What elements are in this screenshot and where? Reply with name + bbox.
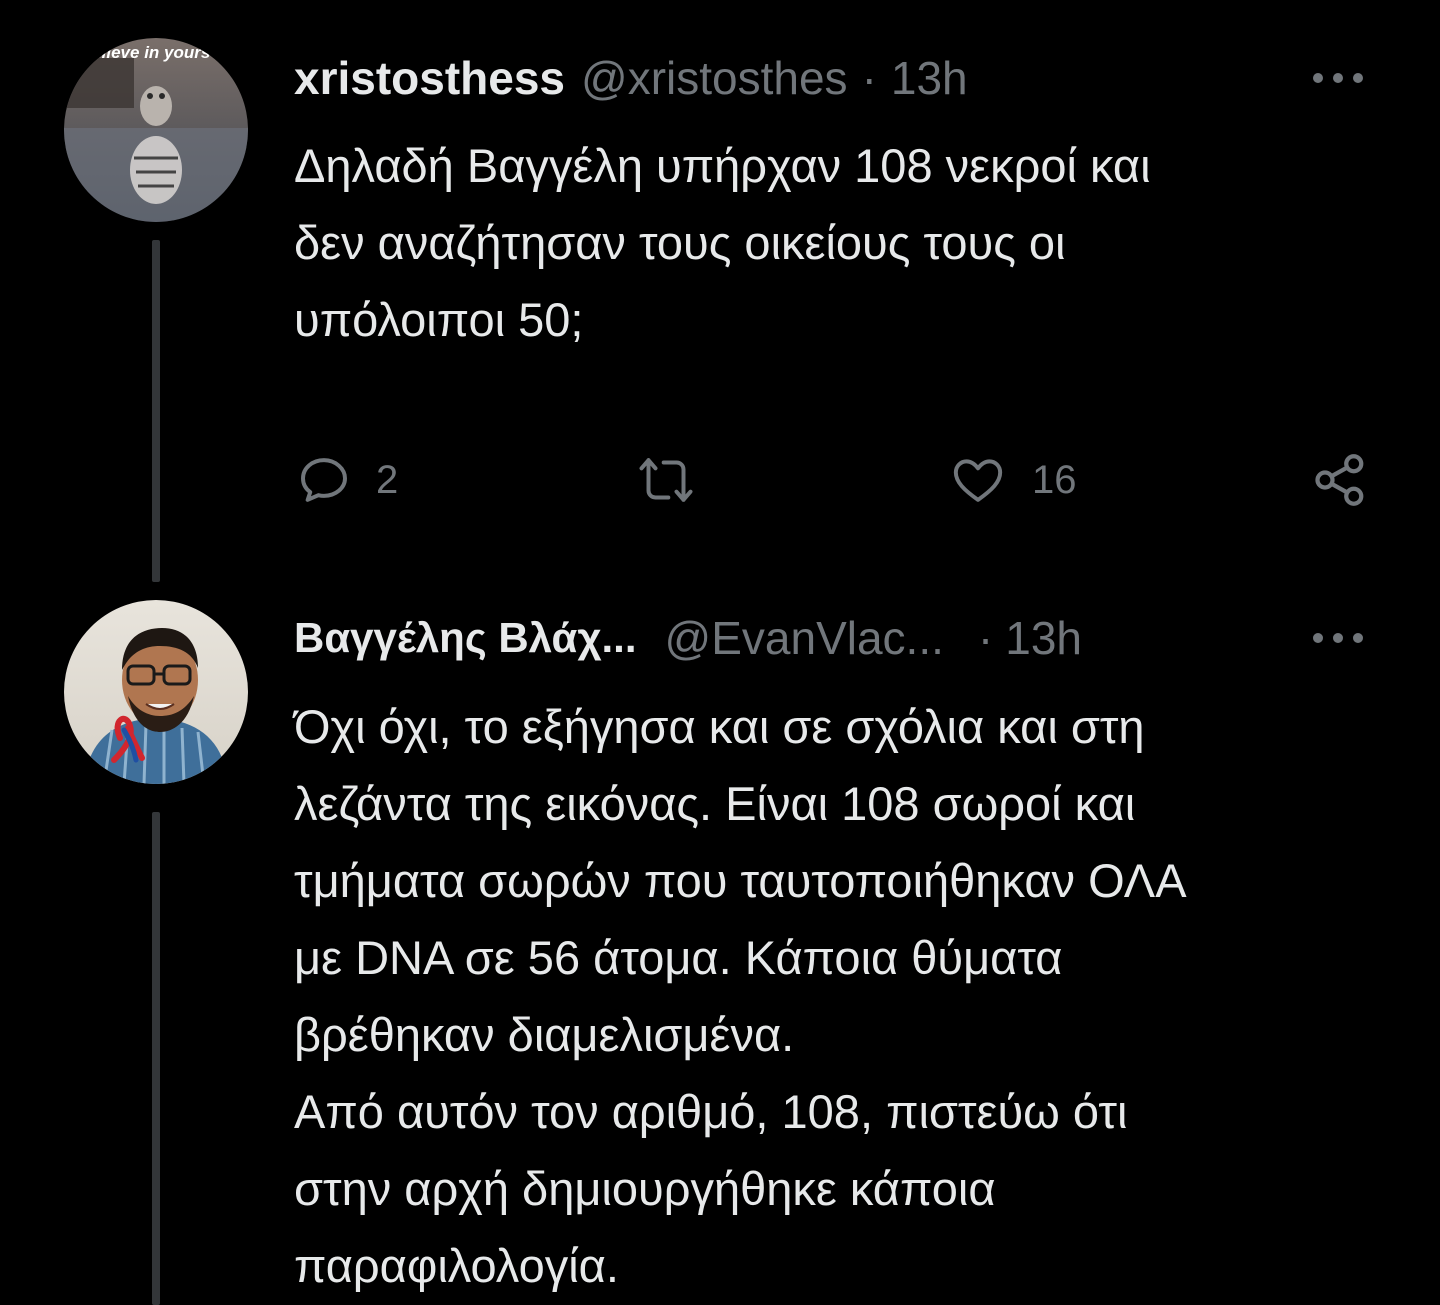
timestamp[interactable]: 13h — [1005, 608, 1082, 668]
separator-dot: · — [977, 612, 994, 664]
avatar[interactable]: lieve in yours — [64, 38, 248, 222]
like-button[interactable]: 16 — [946, 448, 1077, 512]
more-icon — [1313, 73, 1363, 83]
tweet-evanvlac[interactable]: Βαγγέλης Βλάχ... @EvanVlac... · 13h Όχι … — [0, 590, 1440, 1305]
tweet-text-line: με DNA σε 56 άτομα. Κάποια θύματα — [294, 931, 1063, 984]
tweet-header: xristosthess @xristosthes · 13h — [294, 48, 968, 108]
reply-count: 2 — [376, 457, 399, 502]
handle[interactable]: @EvanVlac... — [665, 608, 944, 668]
retweet-icon — [639, 458, 693, 502]
tweet-text-line: Δηλαδή Βαγγέλη υπήρχαν 108 νεκροί και — [294, 139, 1151, 192]
tweet-header: Βαγγέλης Βλάχ... @EvanVlac... · 13h — [294, 608, 1082, 668]
tweet-text-line: δεν αναζήτησαν τους οικείους τους οι — [294, 216, 1066, 269]
more-button[interactable] — [1308, 58, 1368, 98]
tweet-text-line: βρέθηκαν διαμελισμένα. — [294, 1008, 795, 1061]
thread-line — [152, 812, 160, 1305]
tweet-text-line: στην αρχή δημιουργήθηκε κάποια — [294, 1162, 996, 1215]
kitten-tiger-reflection-avatar: lieve in yours — [64, 38, 248, 222]
reply-button[interactable]: 2 — [294, 448, 398, 512]
share-icon — [1315, 454, 1364, 506]
separator-dot: · — [861, 52, 877, 104]
tweet-text-line: λεζάντα της εικόνας. Είναι 108 σωροί και — [294, 777, 1136, 830]
more-icon — [1313, 633, 1363, 643]
thread-line — [152, 240, 160, 582]
tweet-text: Όχι όχι, το εξήγησα και σε σχόλια και στ… — [294, 688, 1394, 1304]
timestamp[interactable]: 13h — [891, 48, 968, 108]
tweet-text-line: υπόλοιποι 50; — [294, 293, 584, 346]
tweet-text-line: Όχι όχι, το εξήγησα και σε σχόλια και στ… — [294, 700, 1145, 753]
tweet-text-line: τμήματα σωρών που ταυτοποιήθηκαν ΟΛΑ — [294, 854, 1187, 907]
tweet-text-line: παραφιλολογία. — [294, 1239, 619, 1292]
tweet-xristosthess[interactable]: lieve in yours xristosthess @xristosthes… — [0, 0, 1440, 590]
display-name[interactable]: xristosthess — [294, 48, 565, 108]
like-count: 16 — [1032, 457, 1077, 502]
tweet-text-line: Από αυτόν τον αριθμό, 108, πιστεύω ότι — [294, 1085, 1128, 1138]
share-button[interactable] — [1310, 448, 1370, 512]
reply-icon — [301, 458, 347, 502]
heart-icon — [953, 459, 1003, 502]
handle[interactable]: @xristosthes — [581, 48, 848, 108]
tweet-text: Δηλαδή Βαγγέλη υπήρχαν 108 νεκροί και δε… — [294, 127, 1394, 358]
svg-text:lieve in yours: lieve in yours — [102, 43, 211, 62]
display-name[interactable]: Βαγγέλης Βλάχ... — [294, 608, 637, 668]
retweet-button[interactable] — [634, 448, 720, 512]
action-bar: 2 16 — [294, 448, 1374, 512]
avatar[interactable] — [64, 600, 248, 784]
more-button[interactable] — [1308, 618, 1368, 658]
man-with-awareness-ribbon-avatar — [64, 600, 248, 784]
